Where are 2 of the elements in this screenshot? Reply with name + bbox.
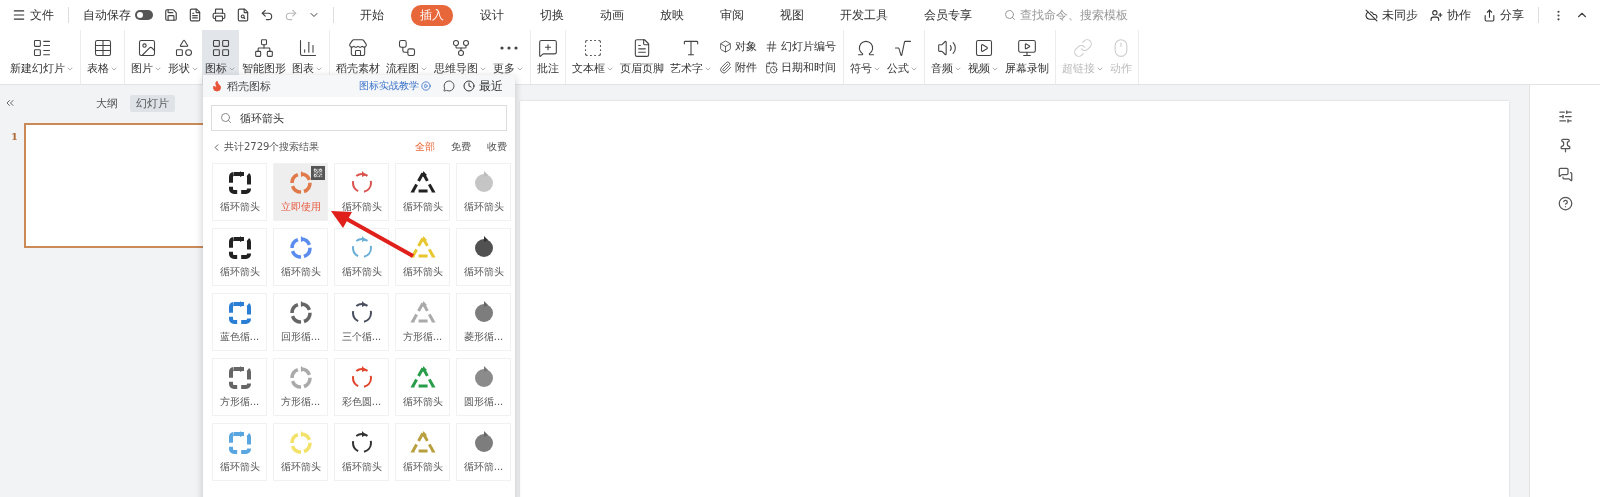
result-count: 共计2729个搜索结果 bbox=[224, 140, 320, 154]
slide-number: 1 bbox=[10, 131, 18, 142]
